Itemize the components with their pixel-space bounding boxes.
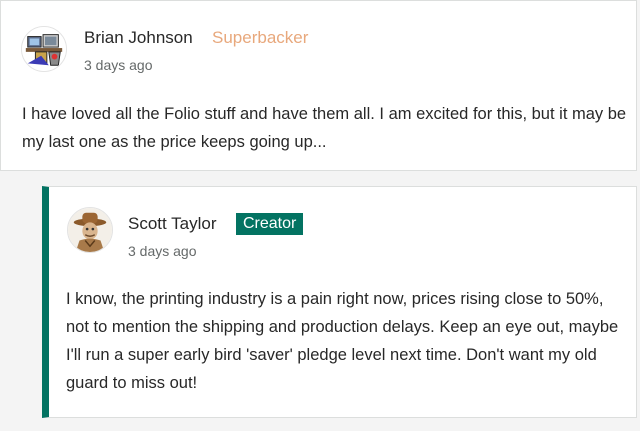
- commenter-avatar[interactable]: [21, 26, 67, 72]
- comment-card: Brian Johnson Superbacker 3 days ago I h…: [0, 0, 637, 171]
- creator-badge: Creator: [236, 213, 304, 235]
- superbacker-badge: Superbacker: [212, 28, 309, 47]
- desk-robot-avatar-icon: [22, 27, 66, 71]
- comment-text: I have loved all the Folio stuff and hav…: [22, 105, 627, 151]
- reply-timestamp: 3 days ago: [128, 243, 197, 259]
- reply-text: I know, the printing industry is a pain …: [66, 290, 619, 392]
- comment-timestamp: 3 days ago: [84, 57, 153, 73]
- creator-name[interactable]: Scott Taylor: [128, 214, 217, 234]
- cowboy-hat-avatar-icon: [68, 208, 112, 252]
- reply-card: Scott Taylor Creator 3 days ago I know, …: [42, 186, 637, 418]
- commenter-name[interactable]: Brian Johnson: [84, 28, 193, 48]
- creator-avatar[interactable]: [67, 207, 113, 253]
